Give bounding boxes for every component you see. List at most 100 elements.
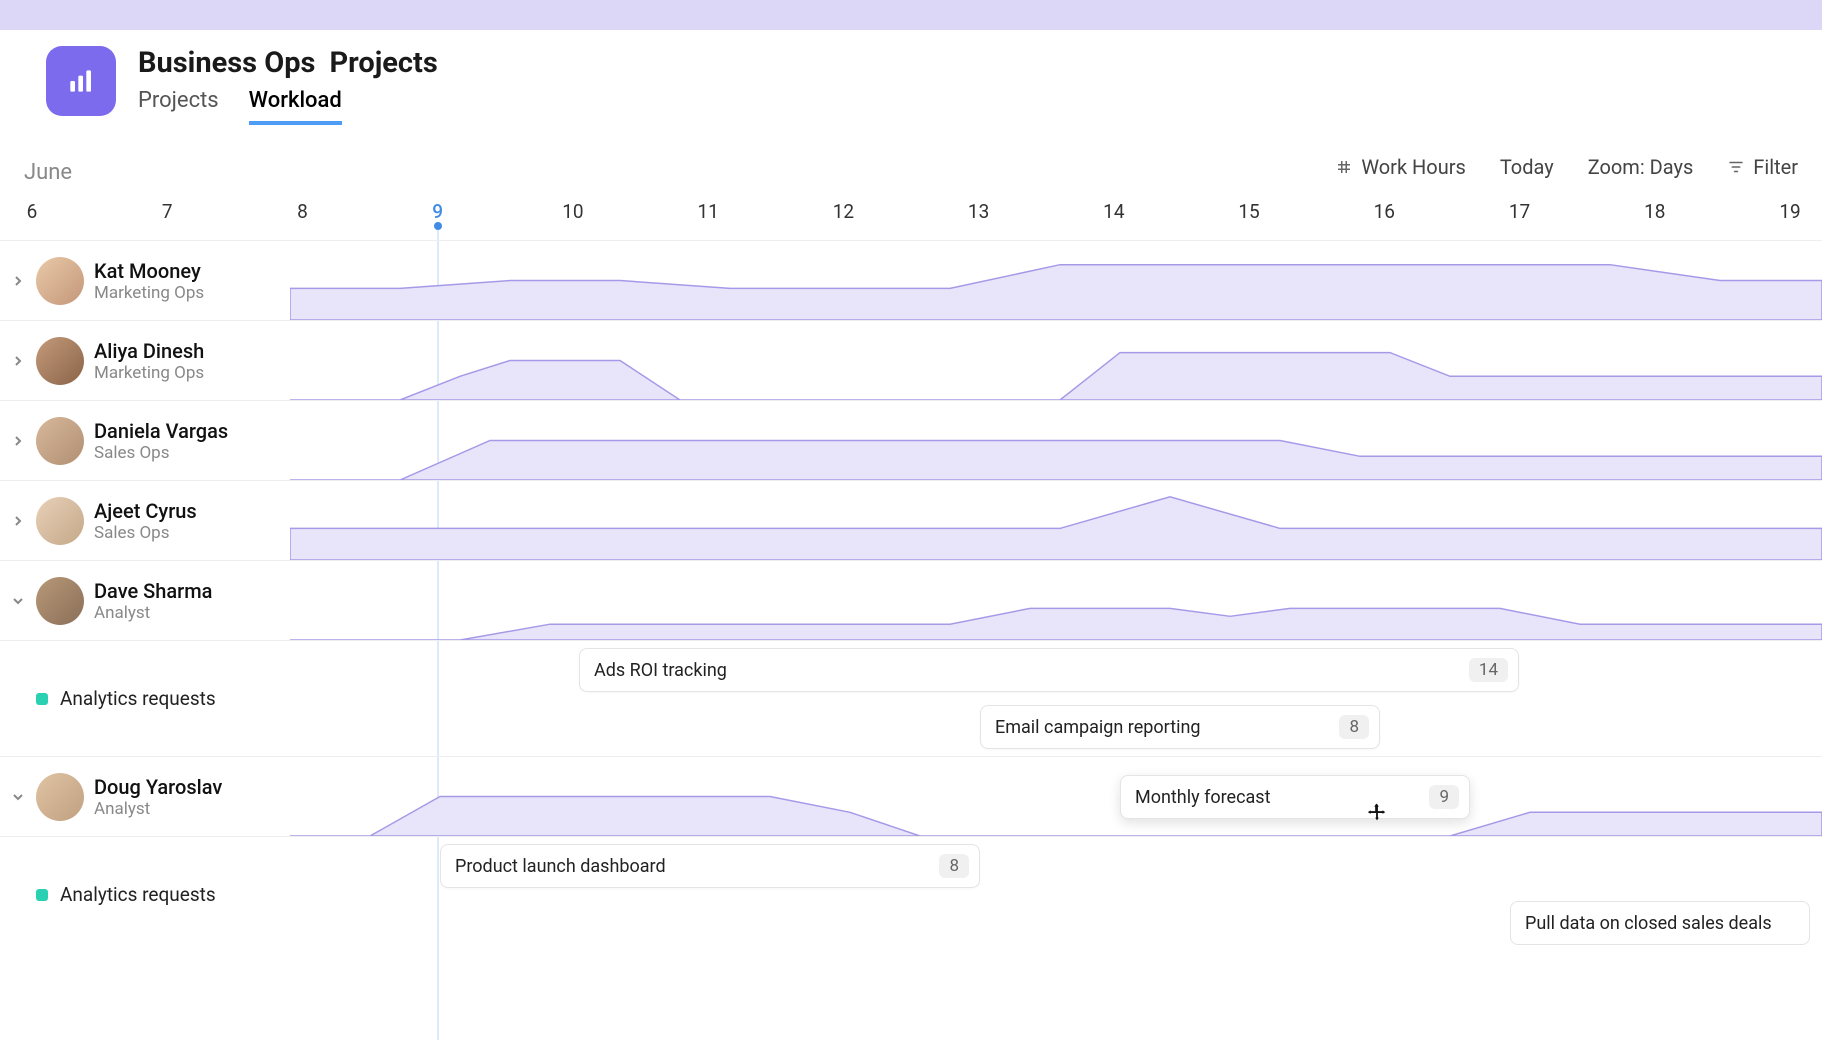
- color-swatch: [36, 889, 48, 901]
- tab-workload[interactable]: Workload: [249, 88, 342, 125]
- avatar: [36, 257, 84, 305]
- work-hours-label: Work Hours: [1361, 155, 1466, 179]
- date-cell[interactable]: 10: [562, 200, 583, 223]
- task-pull-data[interactable]: Pull data on closed sales deals: [1510, 901, 1810, 945]
- chevron-right-icon[interactable]: [10, 273, 26, 289]
- chevron-down-icon[interactable]: [10, 789, 26, 805]
- person-row-kat: Kat Mooney Marketing Ops: [0, 240, 1822, 320]
- person-role: Analyst: [94, 603, 212, 623]
- row-header[interactable]: Daniela Vargas Sales Ops: [0, 401, 290, 480]
- chevron-right-icon[interactable]: [10, 353, 26, 369]
- person-role: Sales Ops: [94, 523, 197, 543]
- workload-area: [290, 241, 1822, 320]
- child-label: Analytics requests: [60, 687, 216, 710]
- tab-projects[interactable]: Projects: [138, 88, 219, 125]
- person-role: Analyst: [94, 799, 222, 819]
- color-swatch: [36, 693, 48, 705]
- today-button[interactable]: Today: [1500, 155, 1554, 179]
- grid-icon: [1335, 158, 1353, 176]
- task-badge: 8: [939, 854, 969, 878]
- workload-area: [290, 321, 1822, 400]
- row-header[interactable]: Aliya Dinesh Marketing Ops: [0, 321, 290, 400]
- date-cell[interactable]: 6: [27, 200, 38, 223]
- date-row: 6 7 8 9 10 11 12 13 14 15 16 17 18 19: [0, 200, 1822, 240]
- person-row-doug: Doug Yaroslav Analyst Monthly forecast 9: [0, 756, 1822, 836]
- chart-icon: [65, 65, 97, 97]
- month-label: June: [24, 160, 72, 185]
- date-cell[interactable]: 11: [697, 200, 718, 223]
- person-row-dave: Dave Sharma Analyst: [0, 560, 1822, 640]
- person-row-daniela: Daniela Vargas Sales Ops: [0, 400, 1822, 480]
- person-name: Daniela Vargas: [94, 419, 228, 443]
- app-icon[interactable]: [46, 46, 116, 116]
- task-title: Product launch dashboard: [455, 856, 666, 877]
- chevron-right-icon[interactable]: [10, 513, 26, 529]
- task-title: Pull data on closed sales deals: [1525, 913, 1772, 934]
- date-cell[interactable]: 9: [432, 200, 443, 223]
- date-cell[interactable]: 15: [1238, 200, 1259, 223]
- task-badge: 8: [1339, 715, 1369, 739]
- analytics-row-doug: Analytics requests Product launch dashbo…: [0, 836, 1822, 952]
- person-row-ajeet: Ajeet Cyrus Sales Ops: [0, 480, 1822, 560]
- chevron-right-icon[interactable]: [10, 433, 26, 449]
- row-header[interactable]: Kat Mooney Marketing Ops: [0, 241, 290, 320]
- avatar: [36, 577, 84, 625]
- date-cell[interactable]: 12: [833, 200, 854, 223]
- breadcrumb: Business Ops Projects: [138, 46, 438, 80]
- task-ads-roi[interactable]: Ads ROI tracking 14: [579, 648, 1519, 692]
- header: Business Ops Projects Projects Workload: [0, 30, 1822, 125]
- task-email[interactable]: Email campaign reporting 8: [980, 705, 1380, 749]
- zoom-label: Zoom: Days: [1588, 155, 1694, 179]
- task-monthly-forecast[interactable]: Monthly forecast 9: [1120, 775, 1470, 819]
- avatar: [36, 337, 84, 385]
- person-row-aliya: Aliya Dinesh Marketing Ops: [0, 320, 1822, 400]
- task-title: Monthly forecast: [1135, 787, 1270, 808]
- person-role: Marketing Ops: [94, 363, 204, 383]
- person-name: Aliya Dinesh: [94, 339, 204, 363]
- person-name: Doug Yaroslav: [94, 775, 222, 799]
- workload-area: [290, 561, 1822, 640]
- workload-area: [290, 401, 1822, 480]
- avatar: [36, 417, 84, 465]
- rows: Kat Mooney Marketing Ops Aliya Dinesh Ma…: [0, 240, 1822, 952]
- tabs: Projects Workload: [138, 88, 438, 125]
- task-badge: 9: [1429, 785, 1459, 809]
- avatar: [36, 773, 84, 821]
- filter-button[interactable]: Filter: [1727, 155, 1798, 179]
- task-title: Ads ROI tracking: [594, 660, 727, 681]
- current-day-marker: [434, 222, 442, 230]
- row-header[interactable]: Dave Sharma Analyst: [0, 561, 290, 640]
- date-cell[interactable]: 8: [297, 200, 308, 223]
- row-header[interactable]: Doug Yaroslav Analyst: [0, 757, 290, 836]
- date-cell[interactable]: 16: [1374, 200, 1395, 223]
- workload-area: [290, 757, 1822, 836]
- today-label: Today: [1500, 155, 1554, 179]
- child-header[interactable]: Analytics requests: [0, 641, 290, 756]
- person-name: Dave Sharma: [94, 579, 212, 603]
- breadcrumb-section[interactable]: Projects: [329, 46, 437, 80]
- analytics-row-dave: Analytics requests Ads ROI tracking 14 E…: [0, 640, 1822, 756]
- person-role: Sales Ops: [94, 443, 228, 463]
- person-name: Kat Mooney: [94, 259, 204, 283]
- work-hours-button[interactable]: Work Hours: [1335, 155, 1466, 179]
- date-cell[interactable]: 7: [162, 200, 173, 223]
- child-label: Analytics requests: [60, 883, 216, 906]
- date-cell[interactable]: 13: [968, 200, 989, 223]
- task-product-launch[interactable]: Product launch dashboard 8: [440, 844, 980, 888]
- filter-label: Filter: [1753, 155, 1798, 179]
- task-badge: 14: [1469, 658, 1508, 682]
- row-header[interactable]: Ajeet Cyrus Sales Ops: [0, 481, 290, 560]
- person-role: Marketing Ops: [94, 283, 204, 303]
- date-cell[interactable]: 14: [1103, 200, 1124, 223]
- filter-icon: [1727, 158, 1745, 176]
- child-header[interactable]: Analytics requests: [0, 837, 290, 952]
- breadcrumb-workspace[interactable]: Business Ops: [138, 46, 315, 80]
- date-cell[interactable]: 18: [1644, 200, 1665, 223]
- timeline: 6 7 8 9 10 11 12 13 14 15 16 17 18 19 Kat Mooney Mark…: [0, 200, 1822, 968]
- date-cell[interactable]: 17: [1509, 200, 1530, 223]
- zoom-button[interactable]: Zoom: Days: [1588, 155, 1694, 179]
- chevron-down-icon[interactable]: [10, 593, 26, 609]
- top-banner: [0, 0, 1822, 30]
- date-cell[interactable]: 19: [1779, 200, 1800, 223]
- toolbar: Work Hours Today Zoom: Days Filter: [1335, 155, 1798, 179]
